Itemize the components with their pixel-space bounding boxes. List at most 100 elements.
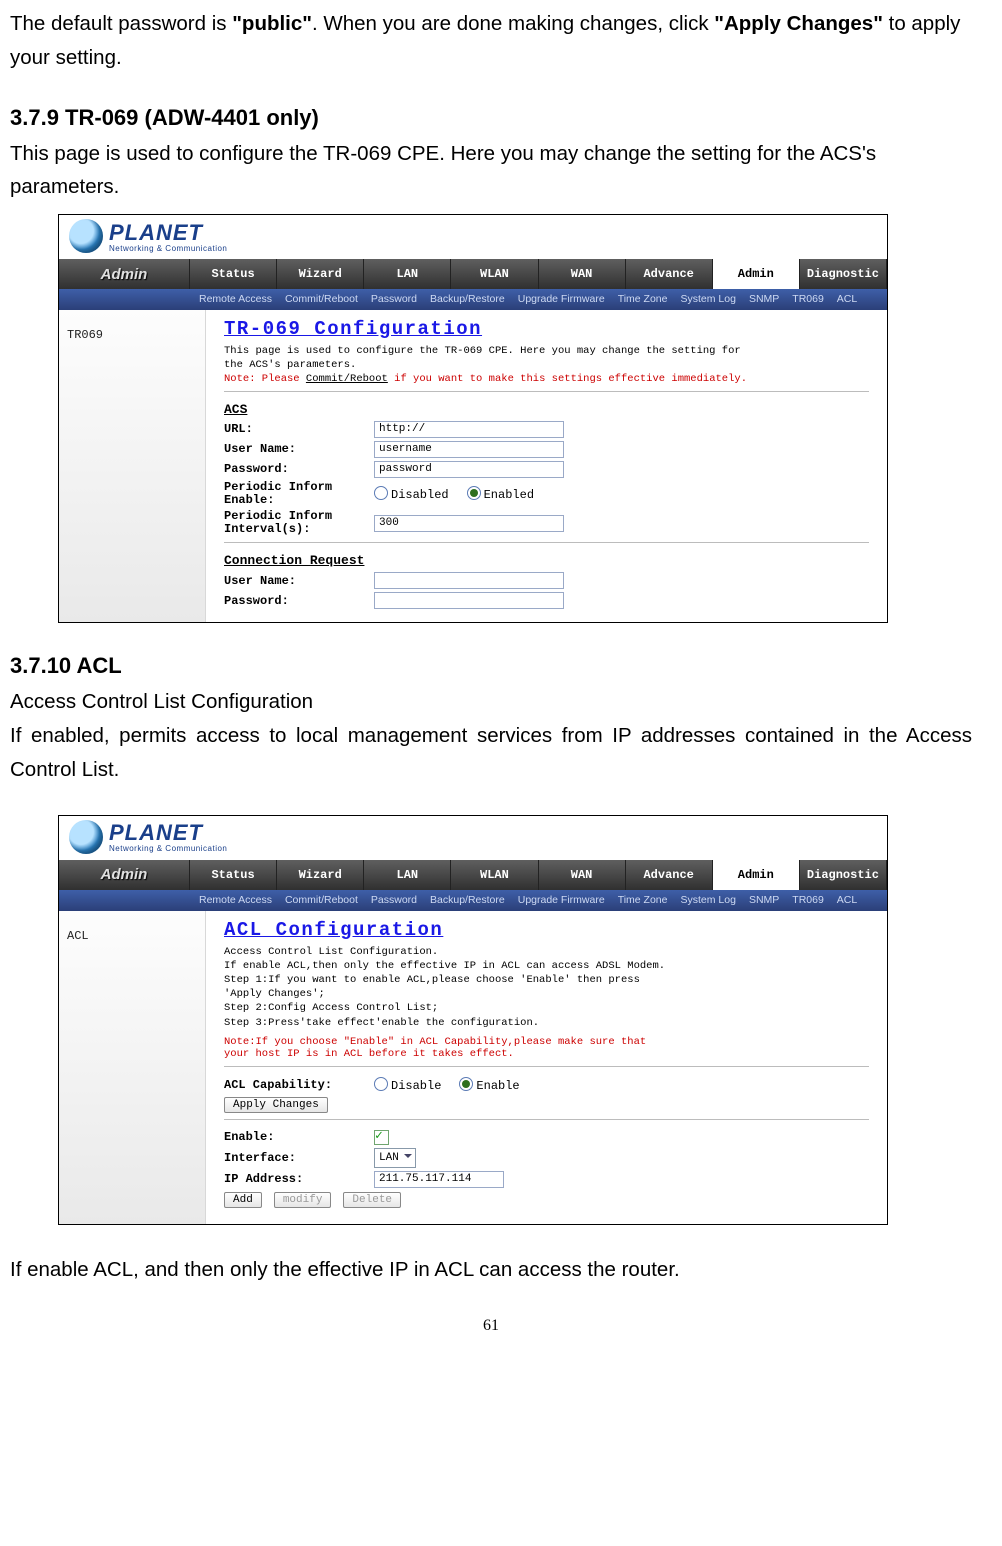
- section-3710-p2: If enabled, permits access to local mana…: [10, 719, 972, 787]
- periodic-inform-interval-input[interactable]: [374, 515, 564, 532]
- enabled-radio-label: Enabled: [484, 488, 534, 502]
- subnav-system-log[interactable]: System Log: [680, 894, 735, 906]
- url-input[interactable]: [374, 421, 564, 438]
- nav-advance[interactable]: Advance: [626, 259, 713, 289]
- subnav-acl[interactable]: ACL: [837, 894, 857, 906]
- nav-status[interactable]: Status: [190, 259, 277, 289]
- tr069-screenshot: PLANET Networking & Communication Admin …: [58, 214, 888, 623]
- nav-wizard[interactable]: Wizard: [277, 860, 364, 890]
- acs-heading: ACS: [224, 402, 869, 417]
- top-nav: Admin Status Wizard LAN WLAN WAN Advance…: [59, 259, 887, 289]
- section-379-paragraph: This page is used to configure the TR-06…: [10, 137, 972, 205]
- nav-advance[interactable]: Advance: [626, 860, 713, 890]
- page-number: 61: [10, 1317, 972, 1335]
- subnav-upgrade-firmware[interactable]: Upgrade Firmware: [518, 894, 605, 906]
- sidebar-acl[interactable]: ACL: [59, 911, 206, 1224]
- username-input[interactable]: [374, 441, 564, 458]
- apply-changes-button[interactable]: Apply Changes: [224, 1097, 328, 1113]
- subnav-time-zone[interactable]: Time Zone: [618, 293, 668, 305]
- subnav-remote-access[interactable]: Remote Access: [199, 894, 272, 906]
- interface-label: Interface:: [224, 1151, 374, 1165]
- ip-address-input[interactable]: [374, 1171, 504, 1188]
- enable-checkbox[interactable]: [374, 1130, 389, 1145]
- brand-subtitle: Networking & Communication: [109, 244, 227, 253]
- username-label: User Name:: [224, 442, 374, 456]
- brand-name: PLANET: [109, 820, 227, 846]
- modify-button[interactable]: modify: [274, 1192, 332, 1208]
- password-input[interactable]: [374, 461, 564, 478]
- logo-row: PLANET Networking & Communication: [59, 215, 887, 259]
- connection-request-heading: Connection Request: [224, 553, 869, 568]
- page-title: TR-069 Configuration: [224, 318, 869, 340]
- divider: [224, 1119, 869, 1120]
- subnav-password[interactable]: Password: [371, 293, 417, 305]
- cr-username-input[interactable]: [374, 572, 564, 589]
- password-literal: "public": [232, 12, 312, 35]
- nav-status[interactable]: Status: [190, 860, 277, 890]
- nav-diagnostic[interactable]: Diagnostic: [800, 259, 887, 289]
- subnav-remote-access[interactable]: Remote Access: [199, 293, 272, 305]
- subnav-snmp[interactable]: SNMP: [749, 894, 779, 906]
- nav-admin[interactable]: Admin: [713, 259, 800, 289]
- nav-section-label: Admin: [59, 860, 190, 890]
- subnav-commit-reboot[interactable]: Commit/Reboot: [285, 293, 358, 305]
- cr-username-label: User Name:: [224, 574, 374, 588]
- section-379-heading: 3.7.9 TR-069 (ADW-4401 only): [10, 105, 972, 131]
- subnav-time-zone[interactable]: Time Zone: [618, 894, 668, 906]
- subnav-backup-restore[interactable]: Backup/Restore: [430, 293, 505, 305]
- commit-reboot-link[interactable]: Commit/Reboot: [306, 373, 388, 385]
- divider: [224, 542, 869, 543]
- cr-password-input[interactable]: [374, 592, 564, 609]
- add-button[interactable]: Add: [224, 1192, 262, 1208]
- intro-paragraph: The default password is "public". When y…: [10, 7, 972, 75]
- nav-lan[interactable]: LAN: [364, 860, 451, 890]
- disabled-radio[interactable]: [374, 486, 388, 500]
- brand-subtitle: Networking & Communication: [109, 844, 227, 853]
- section-3710-p3: If enable ACL, and then only the effecti…: [10, 1253, 972, 1287]
- top-nav: Admin Status Wizard LAN WLAN WAN Advance…: [59, 860, 887, 890]
- subnav-password[interactable]: Password: [371, 894, 417, 906]
- subnav-commit-reboot[interactable]: Commit/Reboot: [285, 894, 358, 906]
- sidebar-tr069[interactable]: TR069: [59, 310, 206, 622]
- acl-capability-label: ACL Capability:: [224, 1078, 374, 1092]
- subnav-acl[interactable]: ACL: [837, 293, 857, 305]
- apply-changes-literal: "Apply Changes": [714, 12, 883, 35]
- page-description: This page is used to configure the TR-06…: [224, 344, 869, 372]
- nav-diagnostic[interactable]: Diagnostic: [800, 860, 887, 890]
- nav-wlan[interactable]: WLAN: [451, 860, 538, 890]
- subnav-upgrade-firmware[interactable]: Upgrade Firmware: [518, 293, 605, 305]
- enabled-radio[interactable]: [467, 486, 481, 500]
- disabled-radio-label: Disabled: [391, 488, 449, 502]
- subnav-tr069[interactable]: TR069: [792, 293, 824, 305]
- cr-password-label: Password:: [224, 594, 374, 608]
- nav-wlan[interactable]: WLAN: [451, 259, 538, 289]
- enable-label: Enable:: [224, 1130, 374, 1144]
- nav-lan[interactable]: LAN: [364, 259, 451, 289]
- url-label: URL:: [224, 422, 374, 436]
- divider: [224, 1066, 869, 1067]
- enable-radio-label: Enable: [476, 1079, 519, 1093]
- enable-radio[interactable]: [459, 1077, 473, 1091]
- interface-select[interactable]: LAN: [374, 1148, 416, 1168]
- page-description: Access Control List Configuration. If en…: [224, 945, 869, 1030]
- logo-row: PLANET Networking & Communication: [59, 816, 887, 860]
- disable-radio[interactable]: [374, 1077, 388, 1091]
- subnav-snmp[interactable]: SNMP: [749, 293, 779, 305]
- acl-screenshot: PLANET Networking & Communication Admin …: [58, 815, 888, 1225]
- delete-button[interactable]: Delete: [343, 1192, 401, 1208]
- subnav-tr069[interactable]: TR069: [792, 894, 824, 906]
- sub-nav: Remote Access Commit/Reboot Password Bac…: [59, 289, 887, 310]
- globe-icon: [69, 219, 103, 253]
- ip-address-label: IP Address:: [224, 1172, 374, 1186]
- page-title: ACL Configuration: [224, 919, 869, 941]
- nav-admin[interactable]: Admin: [713, 860, 800, 890]
- subnav-system-log[interactable]: System Log: [680, 293, 735, 305]
- brand-name: PLANET: [109, 220, 227, 246]
- nav-wizard[interactable]: Wizard: [277, 259, 364, 289]
- periodic-inform-enable-label: Periodic Inform Enable:: [224, 481, 374, 507]
- nav-wan[interactable]: WAN: [539, 259, 626, 289]
- subnav-backup-restore[interactable]: Backup/Restore: [430, 894, 505, 906]
- password-label: Password:: [224, 462, 374, 476]
- section-3710-heading: 3.7.10 ACL: [10, 653, 972, 679]
- nav-wan[interactable]: WAN: [539, 860, 626, 890]
